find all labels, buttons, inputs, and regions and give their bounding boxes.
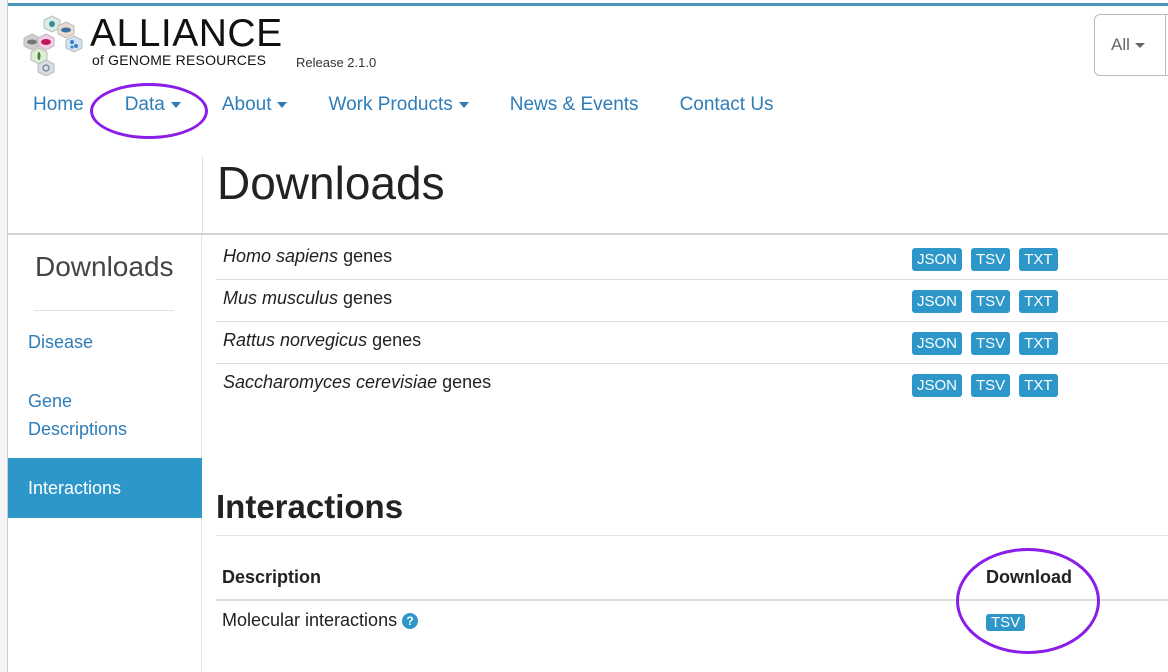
top-accent-bar <box>8 0 1168 6</box>
search-category-label: All <box>1111 35 1130 54</box>
nav-contact-us-label: Contact Us <box>679 94 774 115</box>
sidebar-item-disease[interactable]: Disease <box>28 328 93 356</box>
sidebar: Downloads Disease Gene Descriptions Inte… <box>8 235 202 672</box>
sidebar-item-gene-descriptions[interactable]: Gene Descriptions <box>28 387 158 443</box>
release-version: Release 2.1.0 <box>296 55 377 70</box>
species-suffix: genes <box>372 330 422 350</box>
interaction-description: Molecular interactions <box>222 610 398 630</box>
nav-about-label: About <box>221 94 272 115</box>
species-name: Rattus norvegicus <box>223 330 368 350</box>
interactions-section-title: Interactions <box>216 488 404 525</box>
json-download-button[interactable]: JSON <box>912 374 963 397</box>
caret-down-icon <box>170 102 181 108</box>
species-name: Mus musculus <box>223 288 339 308</box>
species-suffix: genes <box>343 246 393 266</box>
nav-contact-us[interactable]: Contact Us <box>680 94 774 116</box>
column-divider <box>202 156 203 234</box>
species-name: Homo sapiens <box>223 246 339 266</box>
hexagon-logo-icon <box>23 15 83 76</box>
table-row: Homo sapiens genes JSON TSV TXT <box>216 238 1168 280</box>
sidebar-title: Downloads <box>35 251 174 282</box>
caret-down-icon <box>1134 42 1145 48</box>
species-label: Saccharomyces cerevisiae genes <box>223 372 491 393</box>
species-label: Rattus norvegicus genes <box>223 330 421 351</box>
species-label: Homo sapiens genes <box>223 246 392 267</box>
nav-news-events[interactable]: News & Events <box>510 94 639 116</box>
nav-work-products[interactable]: Work Products <box>328 94 469 116</box>
sidebar-divider <box>34 310 174 311</box>
logo-title: ALLIANCE <box>90 12 283 55</box>
section-divider <box>216 535 1168 536</box>
nav-news-events-label: News & Events <box>509 94 639 115</box>
gene-descriptions-table: Homo sapiens genes JSON TSV TXT Mus musc… <box>216 238 1168 406</box>
table-row: Molecular interactions ? <box>222 610 419 631</box>
nav-home-label: Home <box>33 94 84 115</box>
column-header-description: Description <box>222 567 322 587</box>
species-suffix: genes <box>442 372 492 392</box>
json-download-button[interactable]: JSON <box>912 248 963 271</box>
nav-data[interactable]: Data <box>125 94 181 116</box>
nav-data-label: Data <box>124 94 165 115</box>
nav-home[interactable]: Home <box>33 94 84 116</box>
alliance-logo[interactable]: ALLIANCE of GENOME RESOURCES <box>22 14 283 76</box>
column-header-download: Download <box>986 567 1072 587</box>
tsv-download-button[interactable]: TSV <box>971 248 1011 271</box>
species-label: Mus musculus genes <box>223 288 392 309</box>
nav-about[interactable]: About <box>222 94 288 116</box>
main-nav: Home Data About Work Products News & Eve… <box>33 94 815 116</box>
nav-work-products-label: Work Products <box>328 94 453 115</box>
txt-download-button[interactable]: TXT <box>1019 248 1058 271</box>
caret-down-icon <box>458 102 469 108</box>
table-header-divider <box>216 599 1168 601</box>
sidebar-item-interactions[interactable]: Interactions <box>8 458 202 518</box>
download-cell: TSV <box>986 611 1034 634</box>
tsv-download-button[interactable]: TSV <box>986 614 1026 631</box>
json-download-button[interactable]: JSON <box>912 332 963 355</box>
tsv-download-button[interactable]: TSV <box>971 374 1011 397</box>
page-title: Downloads <box>217 157 445 209</box>
tsv-download-button[interactable]: TSV <box>971 332 1011 355</box>
logo-subtitle: of GENOME RESOURCES <box>92 52 267 68</box>
dropdown-divider <box>1165 15 1166 75</box>
txt-download-button[interactable]: TXT <box>1019 290 1058 313</box>
species-name: Saccharomyces cerevisiae <box>223 372 438 392</box>
tsv-download-button[interactable]: TSV <box>971 290 1011 313</box>
json-download-button[interactable]: JSON <box>912 290 963 313</box>
table-row: Saccharomyces cerevisiae genes JSON TSV … <box>216 364 1168 406</box>
species-suffix: genes <box>343 288 393 308</box>
question-circle-icon[interactable]: ? <box>402 612 419 629</box>
txt-download-button[interactable]: TXT <box>1019 374 1058 397</box>
caret-down-icon <box>277 102 288 108</box>
search-category-dropdown[interactable]: All <box>1094 14 1168 76</box>
window-left-edge <box>0 0 8 672</box>
txt-download-button[interactable]: TXT <box>1019 332 1058 355</box>
annotation-circle-tsv-download <box>956 548 1100 654</box>
table-row: Rattus norvegicus genes JSON TSV TXT <box>216 322 1168 364</box>
table-row: Mus musculus genes JSON TSV TXT <box>216 280 1168 322</box>
